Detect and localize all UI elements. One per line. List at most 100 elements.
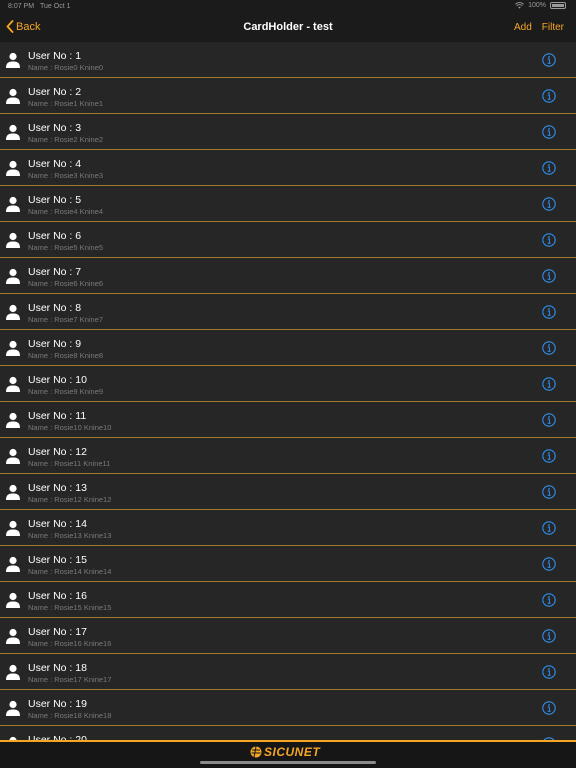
user-row[interactable]: User No : 18 Name : Rosie17 Knine17	[0, 654, 576, 690]
user-row[interactable]: User No : 5 Name : Rosie4 Knine4	[0, 186, 576, 222]
user-number: User No : 1	[28, 50, 82, 62]
person-icon	[6, 484, 20, 500]
user-list[interactable]: User No : 1 Name : Rosie0 Knine0 User No :…	[0, 42, 576, 740]
user-name: Name : Rosie6 Knine6	[28, 279, 104, 288]
info-circle-icon[interactable]	[542, 269, 556, 283]
status-date: Tue Oct 1	[40, 3, 71, 10]
user-row[interactable]: User No : 9 Name : Rosie8 Knine8	[0, 330, 576, 366]
user-number: User No : 3	[28, 122, 82, 134]
footer: SICUNET	[0, 740, 576, 768]
page-title: CardHolder - test	[243, 21, 333, 33]
info-circle-icon[interactable]	[542, 485, 556, 499]
user-row[interactable]: User No : 19 Name : Rosie18 Knine18	[0, 690, 576, 726]
filter-button[interactable]: Filter	[542, 22, 564, 33]
user-name: Name : Rosie14 Knine14	[28, 567, 112, 576]
person-icon	[6, 412, 20, 428]
person-icon	[6, 268, 20, 284]
user-row[interactable]: User No : 20	[0, 726, 576, 740]
user-number: User No : 19	[28, 698, 87, 710]
navigation-bar: Back CardHolder - test Add Filter	[0, 14, 576, 42]
user-number: User No : 2	[28, 86, 82, 98]
info-circle-icon[interactable]	[542, 161, 556, 175]
user-name: Name : Rosie2 Knine2	[28, 135, 104, 144]
user-number: User No : 18	[28, 662, 87, 674]
person-icon	[6, 376, 20, 392]
user-row[interactable]: User No : 6 Name : Rosie5 Knine5	[0, 222, 576, 258]
user-row[interactable]: User No : 17 Name : Rosie16 Knine16	[0, 618, 576, 654]
person-icon	[6, 592, 20, 608]
user-row[interactable]: User No : 10 Name : Rosie9 Knine9	[0, 366, 576, 402]
person-icon	[6, 304, 20, 320]
user-name: Name : Rosie1 Knine1	[28, 99, 104, 108]
info-circle-icon[interactable]	[542, 197, 556, 211]
user-number: User No : 5	[28, 194, 82, 206]
user-name: Name : Rosie7 Knine7	[28, 315, 104, 324]
user-row[interactable]: User No : 4 Name : Rosie3 Knine3	[0, 150, 576, 186]
status-right: 100%	[515, 2, 566, 9]
user-row[interactable]: User No : 8 Name : Rosie7 Knine7	[0, 294, 576, 330]
person-icon	[6, 232, 20, 248]
user-name: Name : Rosie0 Knine0	[28, 63, 104, 72]
person-icon	[6, 520, 20, 536]
info-circle-icon[interactable]	[542, 629, 556, 643]
user-name: Name : Rosie4 Knine4	[28, 207, 104, 216]
person-icon	[6, 628, 20, 644]
info-circle-icon[interactable]	[542, 89, 556, 103]
user-number: User No : 15	[28, 554, 87, 566]
person-icon	[6, 196, 20, 212]
person-icon	[6, 664, 20, 680]
user-number: User No : 11	[28, 410, 87, 422]
info-circle-icon[interactable]	[542, 557, 556, 571]
user-name: Name : Rosie18 Knine18	[28, 711, 112, 720]
user-name: Name : Rosie9 Knine9	[28, 387, 104, 396]
logo-text: SICUNET	[264, 745, 321, 759]
user-name: Name : Rosie13 Knine13	[28, 531, 112, 540]
person-icon	[6, 448, 20, 464]
person-icon	[6, 700, 20, 716]
person-icon	[6, 124, 20, 140]
info-circle-icon[interactable]	[542, 305, 556, 319]
info-circle-icon[interactable]	[542, 449, 556, 463]
person-icon	[6, 88, 20, 104]
battery-icon	[550, 2, 566, 9]
user-row[interactable]: User No : 11 Name : Rosie10 Knine10	[0, 402, 576, 438]
info-circle-icon[interactable]	[542, 701, 556, 715]
user-row[interactable]: User No : 2 Name : Rosie1 Knine1	[0, 78, 576, 114]
user-row[interactable]: User No : 13 Name : Rosie12 Knine12	[0, 474, 576, 510]
info-circle-icon[interactable]	[542, 125, 556, 139]
user-row[interactable]: User No : 16 Name : Rosie15 Knine15	[0, 582, 576, 618]
user-number: User No : 12	[28, 446, 87, 458]
info-circle-icon[interactable]	[542, 521, 556, 535]
home-indicator[interactable]	[200, 761, 376, 764]
user-name: Name : Rosie15 Knine15	[28, 603, 112, 612]
user-row[interactable]: User No : 3 Name : Rosie2 Knine2	[0, 114, 576, 150]
user-number: User No : 6	[28, 230, 82, 242]
info-circle-icon[interactable]	[542, 413, 556, 427]
person-icon	[6, 340, 20, 356]
info-circle-icon[interactable]	[542, 53, 556, 67]
info-circle-icon[interactable]	[542, 593, 556, 607]
info-circle-icon[interactable]	[542, 341, 556, 355]
wifi-icon	[515, 2, 525, 9]
user-row[interactable]: User No : 15 Name : Rosie14 Knine14	[0, 546, 576, 582]
user-name: Name : Rosie12 Knine12	[28, 495, 112, 504]
info-circle-icon[interactable]	[542, 233, 556, 247]
nav-actions: Add Filter	[514, 22, 564, 33]
user-row[interactable]: User No : 14 Name : Rosie13 Knine13	[0, 510, 576, 546]
battery-percent: 100%	[528, 2, 546, 9]
user-number: User No : 14	[28, 518, 87, 530]
user-name: Name : Rosie3 Knine3	[28, 171, 104, 180]
user-row[interactable]: User No : 7 Name : Rosie6 Knine6	[0, 258, 576, 294]
user-name: Name : Rosie5 Knine5	[28, 243, 104, 252]
add-button[interactable]: Add	[514, 22, 532, 33]
info-circle-icon[interactable]	[542, 377, 556, 391]
info-circle-icon[interactable]	[542, 665, 556, 679]
user-name: Name : Rosie11 Knine11	[28, 459, 111, 468]
user-row[interactable]: User No : 1 Name : Rosie0 Knine0	[0, 42, 576, 78]
sicunet-logo-icon	[250, 746, 262, 758]
user-row[interactable]: User No : 12 Name : Rosie11 Knine11	[0, 438, 576, 474]
user-number: User No : 17	[28, 626, 87, 638]
person-icon	[6, 160, 20, 176]
status-time: 8:07 PM	[8, 3, 35, 10]
user-name: Name : Rosie8 Knine8	[28, 351, 104, 360]
